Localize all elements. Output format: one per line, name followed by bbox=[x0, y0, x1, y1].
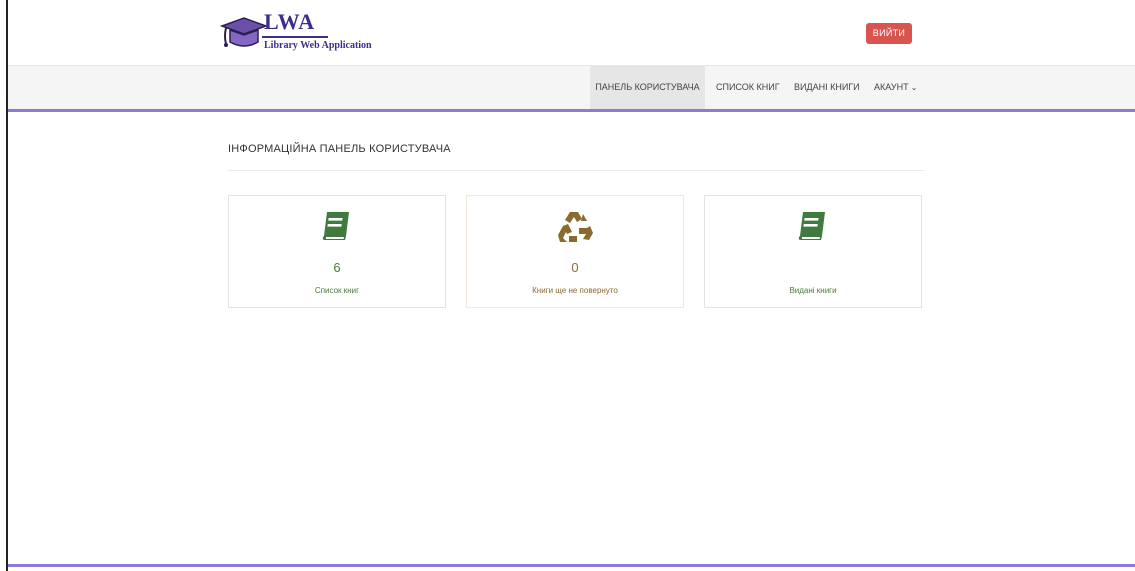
nav-item-issued-books[interactable]: ВИДАНІ КНИГИ bbox=[794, 66, 860, 109]
nav-item-user-panel[interactable]: ПАНЕЛЬ КОРИСТУВАЧА bbox=[590, 66, 705, 109]
card-not-returned-label: Книги ще не повернуто bbox=[532, 286, 618, 295]
card-issued-books-label: Видані книги bbox=[789, 286, 837, 295]
book-icon bbox=[798, 212, 825, 240]
page-title: ІНФОРМАЦІЙНА ПАНЕЛЬ КОРИСТУВАЧА bbox=[228, 143, 451, 155]
chevron-down-icon: ⌄ bbox=[910, 83, 918, 92]
nav-item-account[interactable]: АКАУНТ ⌄ bbox=[874, 66, 917, 109]
card-not-returned[interactable]: 0 Книги ще не повернуто bbox=[466, 195, 684, 308]
nav-item-book-list[interactable]: СПИСОК КНИГ bbox=[716, 66, 780, 109]
top-header bbox=[8, 8, 1135, 65]
logo-underline bbox=[262, 36, 328, 38]
footer-accent-line bbox=[8, 564, 1135, 567]
logo-subtitle: Library Web Application bbox=[264, 40, 372, 51]
main-navbar: ПАНЕЛЬ КОРИСТУВАЧА СПИСОК КНИГ ВИДАНІ КН… bbox=[8, 65, 1135, 112]
recycle-icon bbox=[558, 212, 593, 242]
card-book-list-label: Список книг bbox=[314, 286, 360, 295]
window-left-border bbox=[0, 0, 8, 571]
card-book-list-count: 6 bbox=[333, 260, 341, 275]
card-issued-books[interactable]: Видані книги bbox=[704, 195, 922, 308]
card-book-list[interactable]: 6 Список книг bbox=[228, 195, 446, 308]
title-divider bbox=[228, 170, 925, 171]
book-icon bbox=[322, 212, 349, 240]
logout-button[interactable]: ВИЙТИ bbox=[866, 23, 912, 44]
logo-title: LWA bbox=[264, 9, 316, 34]
card-not-returned-count: 0 bbox=[571, 260, 579, 275]
window-top-margin bbox=[0, 0, 1135, 8]
nav-item-account-label: АКАУНТ bbox=[874, 82, 909, 92]
